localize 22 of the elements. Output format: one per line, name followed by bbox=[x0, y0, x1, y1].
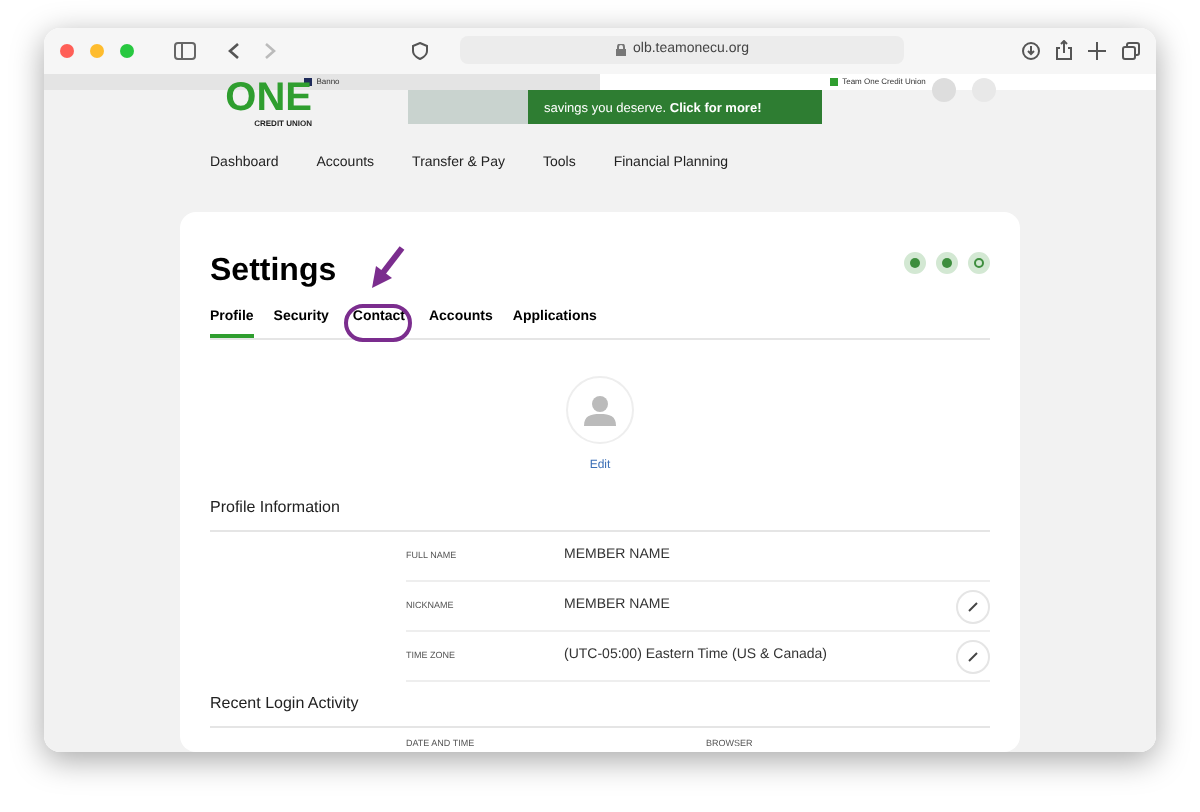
zoom-button[interactable] bbox=[120, 43, 134, 58]
share-icon[interactable] bbox=[1056, 40, 1072, 61]
tabs-icon[interactable] bbox=[1122, 41, 1140, 60]
pencil-icon bbox=[968, 651, 978, 662]
close-button[interactable] bbox=[60, 43, 74, 58]
edit-button[interactable] bbox=[956, 639, 990, 674]
person-icon bbox=[584, 394, 616, 427]
photo-placeholder bbox=[408, 89, 528, 124]
download-icon[interactable] bbox=[1022, 41, 1040, 60]
lock-icon bbox=[615, 44, 625, 57]
site-icon bbox=[830, 77, 839, 86]
annotation-arrow bbox=[370, 245, 406, 290]
back-icon[interactable] bbox=[228, 41, 240, 60]
sidebar-icon[interactable] bbox=[174, 41, 196, 60]
shield-icon[interactable] bbox=[412, 41, 428, 60]
plus-icon[interactable] bbox=[1088, 41, 1106, 60]
section-heading: Recent Login Activity bbox=[210, 692, 990, 729]
site-icon bbox=[304, 77, 313, 86]
edit-button[interactable] bbox=[956, 589, 990, 624]
pencil-icon bbox=[968, 601, 978, 612]
section-heading: Profile Information bbox=[210, 496, 990, 533]
page-title: Settings bbox=[210, 251, 337, 292]
